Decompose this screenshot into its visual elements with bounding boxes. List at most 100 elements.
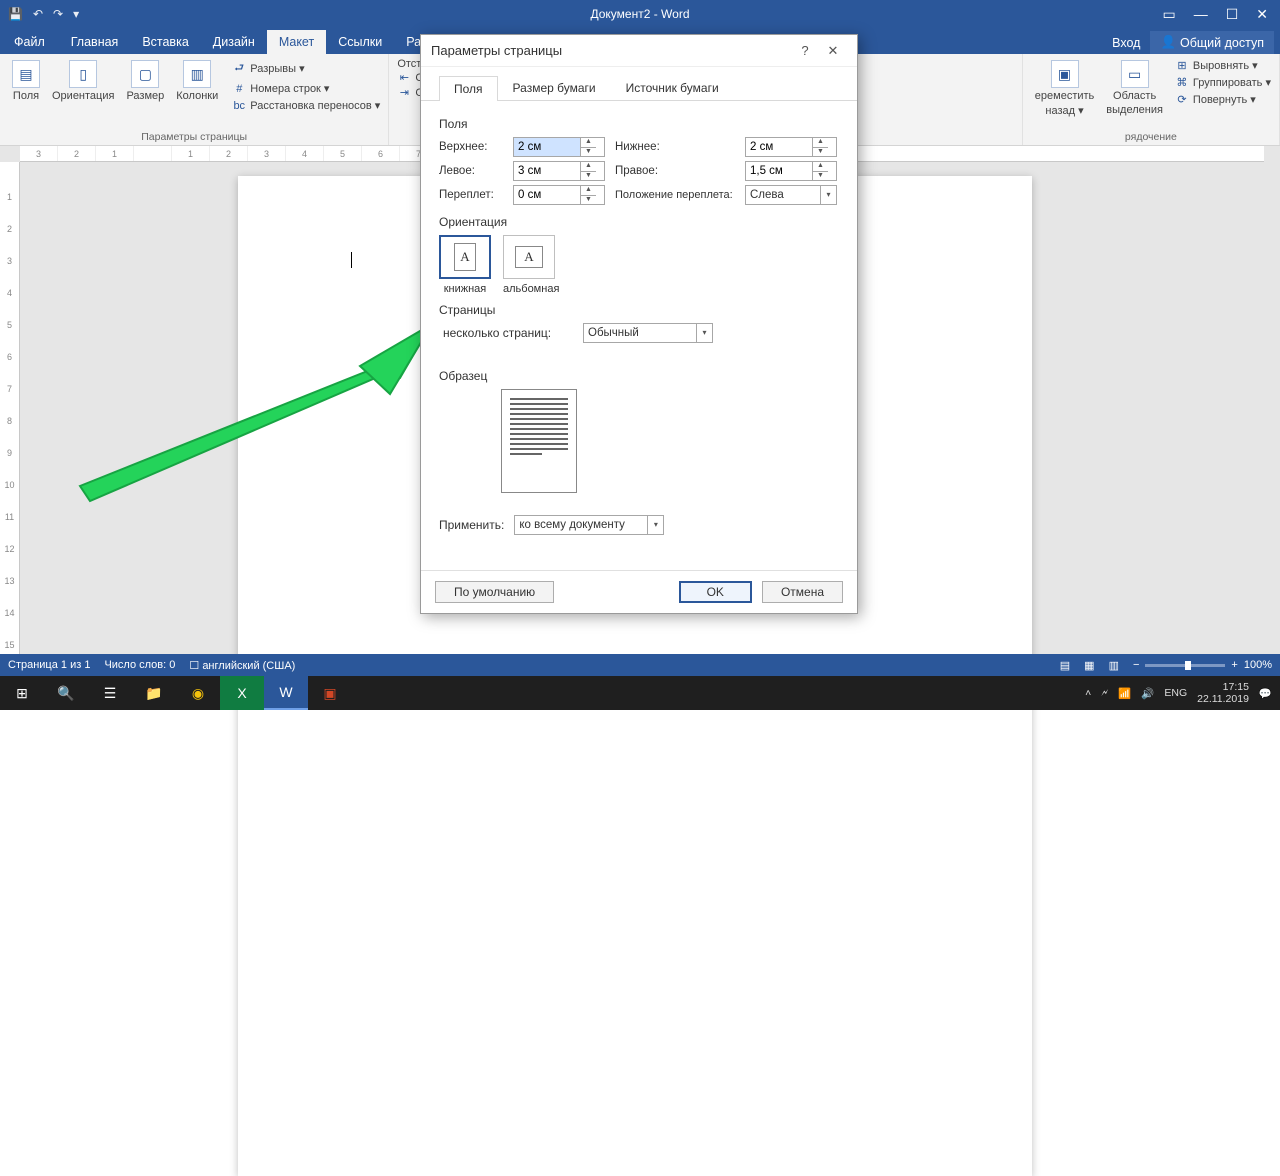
start-button[interactable]: ⊞ — [0, 676, 44, 710]
cancel-button[interactable]: Отмена — [762, 581, 843, 603]
tray-clock[interactable]: 17:1522.11.2019 — [1197, 681, 1249, 705]
explorer-icon[interactable]: 📁 — [132, 676, 176, 710]
excel-icon[interactable]: X — [220, 676, 264, 710]
page-setup-dialog: Параметры страницы ? ✕ Поля Размер бумаг… — [420, 34, 858, 614]
quick-access-toolbar: 💾 ↶ ↷ ▾ — [0, 7, 79, 21]
section-preview: Образец — [439, 369, 839, 383]
rotate-button[interactable]: ⟳Повернуть ▾ — [1175, 92, 1271, 107]
zoom-value[interactable]: 100% — [1244, 659, 1272, 671]
zoom-slider[interactable] — [1145, 664, 1225, 667]
document-title: Документ2 - Word — [590, 7, 689, 21]
line-numbers-button[interactable]: #Номера строк ▾ — [232, 81, 380, 96]
portrait-label: книжная — [439, 283, 491, 295]
zoom-in-icon[interactable]: + — [1231, 659, 1237, 671]
tray-chevron-icon[interactable]: ˄ — [1085, 687, 1091, 699]
orientation-portrait[interactable]: книжная — [439, 235, 491, 295]
close-icon[interactable]: ✕ — [1256, 6, 1268, 23]
dialog-help-icon[interactable]: ? — [791, 43, 819, 58]
top-margin-label: Верхнее: — [439, 141, 503, 153]
status-language[interactable]: ☐ английский (США) — [189, 659, 295, 672]
status-page[interactable]: Страница 1 из 1 — [8, 659, 90, 671]
breaks-button[interactable]: ⮐Разрывы ▾ — [232, 58, 380, 79]
tray-language[interactable]: ENG — [1164, 687, 1187, 699]
status-word-count[interactable]: Число слов: 0 — [104, 659, 175, 671]
tab-design[interactable]: Дизайн — [201, 30, 267, 54]
group-arrange-label: рядочение — [1031, 129, 1271, 143]
powerpoint-icon[interactable]: ▣ — [308, 676, 352, 710]
undo-icon[interactable]: ↶ — [33, 7, 43, 21]
ok-button[interactable]: OK — [679, 581, 752, 603]
dialog-tab-source[interactable]: Источник бумаги — [611, 75, 734, 100]
vertical-ruler[interactable]: 123456789101112131415 — [0, 162, 20, 654]
windows-taskbar: ⊞ 🔍 ☰ 📁 ◉ X W ▣ ˄ 🗲 📶 🔊 ENG 17:1522.11.2… — [0, 676, 1280, 710]
right-margin-input[interactable]: ▲▼ — [745, 161, 837, 181]
align-button[interactable]: ⊞Выровнять ▾ — [1175, 58, 1271, 73]
signin-button[interactable]: Вход — [1104, 32, 1148, 54]
zoom-out-icon[interactable]: − — [1133, 659, 1139, 671]
chrome-icon[interactable]: ◉ — [176, 676, 220, 710]
tray-wifi-icon[interactable]: 📶 — [1118, 687, 1131, 700]
top-margin-input[interactable]: ▲▼ — [513, 137, 605, 157]
dialog-tab-paper[interactable]: Размер бумаги — [498, 75, 611, 100]
section-pages: Страницы — [439, 303, 839, 317]
word-icon[interactable]: W — [264, 676, 308, 710]
status-bar: Страница 1 из 1 Число слов: 0 ☐ английск… — [0, 654, 1280, 676]
gutter-pos-select[interactable]: Слева▾ — [745, 185, 837, 205]
dialog-title: Параметры страницы — [431, 43, 791, 58]
gutter-pos-label: Положение переплета: — [615, 189, 735, 201]
tray-battery-icon[interactable]: 🗲 — [1101, 687, 1108, 700]
view-read-icon[interactable]: ▤ — [1060, 659, 1070, 672]
dialog-close-icon[interactable]: ✕ — [819, 43, 847, 59]
columns-button[interactable]: ▥Колонки — [172, 58, 222, 113]
apply-to-label: Применить: — [439, 518, 504, 532]
tab-home[interactable]: Главная — [59, 30, 131, 54]
right-margin-label: Правое: — [615, 165, 735, 177]
tab-file[interactable]: Файл — [0, 30, 59, 54]
left-margin-input[interactable]: ▲▼ — [513, 161, 605, 181]
ribbon-options-icon[interactable]: ▭ — [1162, 6, 1175, 23]
maximize-icon[interactable]: ☐ — [1226, 6, 1239, 23]
tab-references[interactable]: Ссылки — [326, 30, 394, 54]
view-web-icon[interactable]: ▥ — [1109, 659, 1119, 672]
qat-more-icon[interactable]: ▾ — [73, 7, 79, 21]
gutter-input[interactable]: ▲▼ — [513, 185, 605, 205]
apply-to-select[interactable]: ко всему документу▾ — [514, 515, 664, 535]
tab-insert[interactable]: Вставка — [130, 30, 200, 54]
share-label: Общий доступ — [1180, 36, 1264, 50]
gutter-label: Переплет: — [439, 189, 503, 201]
view-print-icon[interactable]: ▦ — [1084, 659, 1094, 672]
window-buttons: ▭ — ☐ ✕ — [1162, 6, 1280, 23]
size-button[interactable]: ▢Размер — [122, 58, 168, 113]
preview-thumbnail — [501, 389, 577, 493]
multiple-pages-select[interactable]: Обычный▾ — [583, 323, 713, 343]
group-page-setup-label: Параметры страницы — [8, 129, 380, 143]
send-backward-button[interactable]: ▣ереместитьназад ▾ — [1031, 58, 1099, 119]
save-icon[interactable]: 💾 — [8, 7, 23, 21]
task-view-icon[interactable]: ☰ — [88, 676, 132, 710]
margins-button[interactable]: ▤Поля — [8, 58, 44, 113]
multiple-pages-label: несколько страниц: — [443, 326, 569, 340]
orientation-landscape[interactable]: альбомная — [503, 235, 559, 295]
group-button[interactable]: ⌘Группировать ▾ — [1175, 75, 1271, 90]
section-orientation: Ориентация — [439, 215, 839, 229]
share-icon: 👤 — [1160, 35, 1176, 50]
title-bar: 💾 ↶ ↷ ▾ Документ2 - Word ▭ — ☐ ✕ — [0, 0, 1280, 28]
minimize-icon[interactable]: — — [1194, 6, 1208, 23]
tray-volume-icon[interactable]: 🔊 — [1141, 687, 1154, 700]
section-margins: Поля — [439, 117, 839, 131]
selection-pane-button[interactable]: ▭Областьвыделения — [1102, 58, 1167, 119]
bottom-margin-label: Нижнее: — [615, 141, 735, 153]
tab-layout[interactable]: Макет — [267, 30, 326, 54]
left-margin-label: Левое: — [439, 165, 503, 177]
redo-icon[interactable]: ↷ — [53, 7, 63, 21]
share-button[interactable]: 👤 Общий доступ — [1150, 31, 1274, 54]
search-icon[interactable]: 🔍 — [44, 676, 88, 710]
dialog-tab-margins[interactable]: Поля — [439, 76, 498, 101]
orientation-button[interactable]: ▯Ориентация — [48, 58, 118, 113]
tray-notifications-icon[interactable]: 💬 — [1259, 687, 1272, 700]
hyphenation-button[interactable]: bcРасстановка переносов ▾ — [232, 98, 380, 113]
default-button[interactable]: По умолчанию — [435, 581, 554, 603]
landscape-label: альбомная — [503, 283, 559, 295]
text-cursor — [351, 252, 352, 268]
bottom-margin-input[interactable]: ▲▼ — [745, 137, 837, 157]
